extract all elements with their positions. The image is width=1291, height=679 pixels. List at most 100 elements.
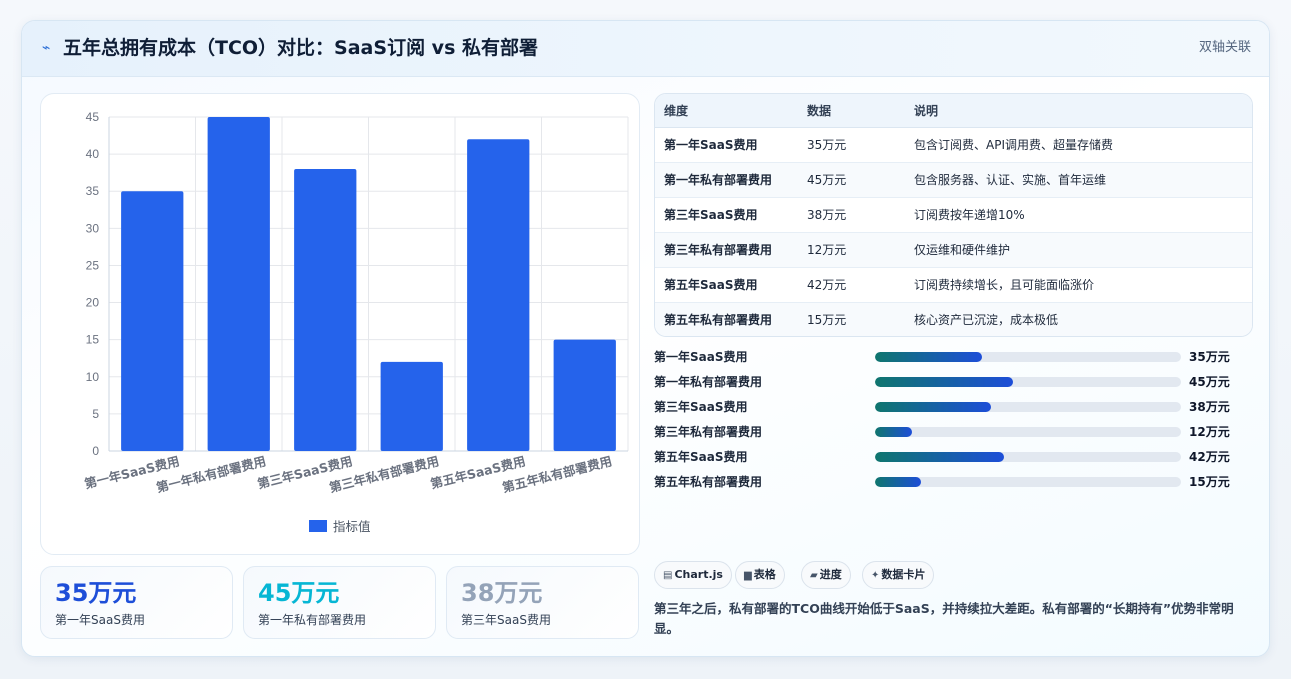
progress-row: 第三年SaaS费用 38万元 bbox=[654, 397, 1253, 417]
column-header: 维度 bbox=[655, 94, 798, 128]
table-header-row: 维度 数据 说明 bbox=[655, 94, 1252, 128]
bar bbox=[294, 168, 357, 451]
progress-track bbox=[875, 402, 1181, 412]
y-tick-label: 40 bbox=[86, 147, 100, 161]
chip-label: 表格 bbox=[753, 568, 776, 581]
chip-label: 进度 bbox=[819, 568, 842, 581]
stat-value: 45万元 bbox=[258, 579, 340, 607]
progress-label: 第五年私有部署费用 bbox=[654, 475, 763, 489]
summary-text: 第三年之后，私有部署的TCO曲线开始低于SaaS，并持续拉大差距。私有部署的“长… bbox=[654, 601, 1234, 636]
chip-label: Chart.js bbox=[674, 568, 723, 581]
y-tick-label: 45 bbox=[86, 110, 100, 124]
card-header: ⌁ 五年总拥有成本（TCO）对比：SaaS订阅 vs 私有部署 双轴关联 bbox=[22, 21, 1269, 77]
table-cell: 12万元 bbox=[798, 232, 905, 268]
stat-label: 第一年私有部署费用 bbox=[258, 613, 367, 627]
progress-row: 第一年私有部署费用 45万元 bbox=[654, 372, 1253, 392]
chip-table[interactable]: ▆ 表格 bbox=[735, 561, 785, 589]
progress-label: 第三年SaaS费用 bbox=[654, 400, 748, 414]
progress-row: 第五年私有部署费用 15万元 bbox=[654, 472, 1253, 492]
stat-label: 第一年SaaS费用 bbox=[55, 613, 145, 627]
bar-chart-panel: 0 5 10 15 20 25 30 35 40 45 第一年SaaS费用 第一年私有部署费用 第三年S… bbox=[40, 93, 640, 555]
data-table-panel: 维度 数据 说明 第一年SaaS费用 35万元 包含订阅费、API调用费、超量存… bbox=[654, 93, 1253, 337]
table-cell: 包含服务器、认证、实施、首年运维 bbox=[905, 162, 1252, 198]
progress-value: 42万元 bbox=[1189, 450, 1230, 464]
chip-progress[interactable]: ▰ 进度 bbox=[801, 561, 851, 589]
stat-label: 第三年SaaS费用 bbox=[461, 613, 551, 627]
stat-card-2: 45万元 第一年私有部署费用 bbox=[243, 566, 436, 639]
progress-value: 38万元 bbox=[1189, 400, 1230, 414]
progress-track bbox=[875, 477, 1181, 487]
sparkle-icon: ✦ bbox=[871, 570, 880, 581]
progress-label: 第一年SaaS费用 bbox=[654, 350, 748, 364]
progress-track bbox=[875, 452, 1181, 462]
y-tick-label: 0 bbox=[92, 444, 99, 458]
bar bbox=[207, 117, 270, 451]
table-cell: 第三年SaaS费用 bbox=[655, 197, 798, 233]
column-header: 说明 bbox=[905, 94, 1252, 128]
y-tick-label: 10 bbox=[86, 370, 100, 384]
chip-chartjs[interactable]: ▤ Chart.js bbox=[654, 561, 732, 589]
progress-fill bbox=[875, 377, 1013, 387]
trend-icon: ⌁ bbox=[42, 40, 51, 56]
table-icon: ▆ bbox=[744, 570, 752, 581]
table-row: 第五年SaaS费用 42万元 订阅费持续增长，且可能面临涨价 bbox=[655, 267, 1252, 303]
table-cell: 订阅费按年递增10% bbox=[905, 197, 1252, 233]
dashboard-card: ⌁ 五年总拥有成本（TCO）对比：SaaS订阅 vs 私有部署 双轴关联 0 5 1… bbox=[21, 20, 1270, 657]
table-row: 第一年私有部署费用 45万元 包含服务器、认证、实施、首年运维 bbox=[655, 162, 1252, 198]
progress-label: 第五年SaaS费用 bbox=[654, 450, 748, 464]
column-header: 数据 bbox=[798, 94, 905, 128]
page-title: 五年总拥有成本（TCO）对比：SaaS订阅 vs 私有部署 bbox=[63, 37, 538, 59]
progress-value: 12万元 bbox=[1189, 425, 1230, 439]
y-tick-label: 35 bbox=[86, 184, 100, 198]
table-row: 第三年私有部署费用 12万元 仅运维和硬件维护 bbox=[655, 232, 1252, 268]
table-cell: 第五年私有部署费用 bbox=[655, 302, 798, 336]
progress-row: 第三年私有部署费用 12万元 bbox=[654, 422, 1253, 442]
table-cell: 15万元 bbox=[798, 302, 905, 336]
y-tick-label: 5 bbox=[92, 407, 99, 421]
y-tick-label: 30 bbox=[86, 221, 100, 235]
table-cell: 第一年SaaS费用 bbox=[655, 127, 798, 163]
stat-card-1: 35万元 第一年SaaS费用 bbox=[40, 566, 233, 639]
legend-swatch bbox=[309, 520, 327, 532]
table-cell: 第五年SaaS费用 bbox=[655, 267, 798, 303]
y-tick-label: 25 bbox=[86, 258, 100, 272]
stat-card-3: 38万元 第三年SaaS费用 bbox=[446, 566, 639, 639]
progress-fill bbox=[875, 352, 983, 362]
dual-axis-tag: 双轴关联 bbox=[1198, 40, 1251, 55]
data-table: 维度 数据 说明 第一年SaaS费用 35万元 包含订阅费、API调用费、超量存… bbox=[655, 94, 1252, 336]
table-cell: 包含订阅费、API调用费、超量存储费 bbox=[905, 127, 1252, 163]
table-cell: 38万元 bbox=[798, 197, 905, 233]
stat-value: 38万元 bbox=[461, 579, 543, 607]
progress-track bbox=[875, 377, 1181, 387]
progress-fill bbox=[875, 452, 1004, 462]
table-row: 第一年SaaS费用 35万元 包含订阅费、API调用费、超量存储费 bbox=[655, 127, 1252, 163]
chip-label: 数据卡片 bbox=[881, 568, 926, 581]
table-cell: 第一年私有部署费用 bbox=[655, 162, 798, 198]
legend-label: 指标值 bbox=[333, 519, 371, 534]
y-tick-label: 15 bbox=[86, 333, 100, 347]
table-cell: 42万元 bbox=[798, 267, 905, 303]
bar bbox=[467, 139, 530, 451]
progress-value: 35万元 bbox=[1189, 350, 1230, 364]
progress-fill bbox=[875, 402, 992, 412]
table-cell: 仅运维和硬件维护 bbox=[905, 232, 1252, 268]
progress-list: 第一年SaaS费用 35万元 第一年私有部署费用 45万元 第三年SaaS费用 … bbox=[654, 347, 1253, 497]
progress-label: 第三年私有部署费用 bbox=[654, 425, 763, 439]
bar bbox=[553, 339, 616, 451]
table-cell: 订阅费持续增长，且可能面临涨价 bbox=[905, 267, 1252, 303]
progress-track bbox=[875, 427, 1181, 437]
table-cell: 45万元 bbox=[798, 162, 905, 198]
progress-row: 第五年SaaS费用 42万元 bbox=[654, 447, 1253, 467]
y-tick-label: 20 bbox=[86, 296, 100, 310]
progress-fill bbox=[875, 427, 912, 437]
progress-value: 15万元 bbox=[1189, 475, 1230, 489]
table-cell: 第三年私有部署费用 bbox=[655, 232, 798, 268]
table-row: 第五年私有部署费用 15万元 核心资产已沉淀，成本极低 bbox=[655, 302, 1252, 336]
chip-data-cards[interactable]: ✦ 数据卡片 bbox=[862, 561, 935, 589]
table-row: 第三年SaaS费用 38万元 订阅费按年递增10% bbox=[655, 197, 1252, 233]
bar bbox=[121, 191, 184, 451]
progress-fill bbox=[875, 477, 921, 487]
table-cell: 核心资产已沉淀，成本极低 bbox=[905, 302, 1252, 336]
bar bbox=[380, 361, 443, 451]
chart-icon: ▤ bbox=[663, 570, 673, 581]
